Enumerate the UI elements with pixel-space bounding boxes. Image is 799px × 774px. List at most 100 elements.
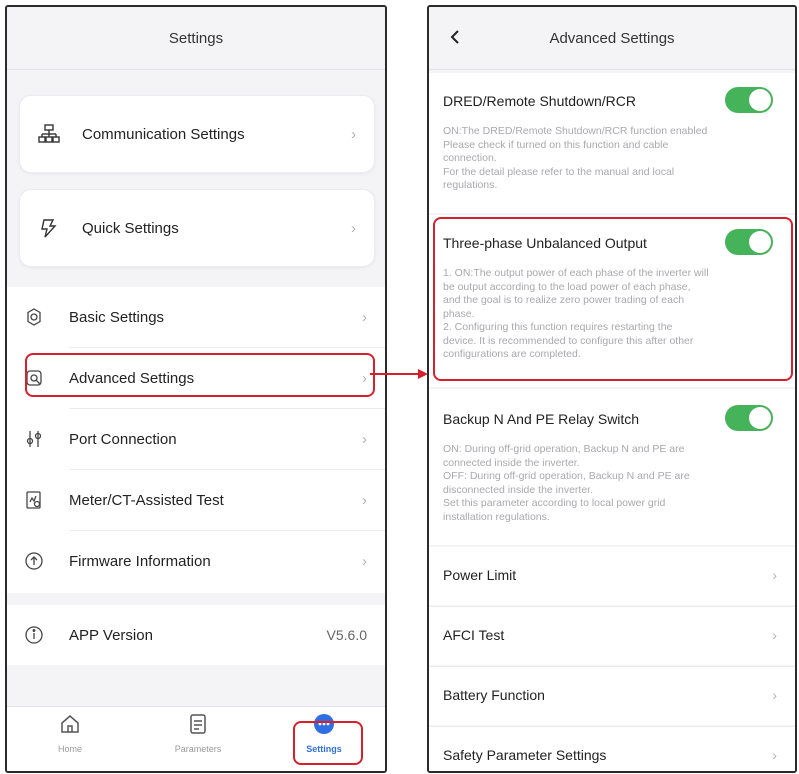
toggle-knob [749, 407, 771, 429]
advanced-header: Advanced Settings [429, 7, 795, 70]
afci-test-row[interactable]: AFCI Test › [429, 607, 795, 665]
port-connection-row[interactable]: Port Connection › [7, 409, 385, 469]
port-connection-label: Port Connection [69, 430, 177, 448]
arrow-right-icon [370, 369, 428, 379]
settings-list: Basic Settings › Advanced Settings › Por… [7, 287, 385, 593]
quick-settings-label: Quick Settings [82, 219, 179, 237]
desc-line: OFF: During off-grid operation, Backup N… [443, 470, 690, 482]
app-version-value: V5.6.0 [326, 627, 367, 643]
dred-description: ON:The DRED/Remote Shutdown/RCR function… [443, 125, 773, 193]
desc-line: regulations. [443, 179, 498, 191]
tab-parameters[interactable]: Parameters [163, 713, 233, 765]
settings-dots-icon [313, 713, 335, 740]
dred-toggle[interactable] [725, 87, 773, 113]
backup-relay-toggle[interactable] [725, 405, 773, 431]
toggle-knob [749, 89, 771, 111]
safety-parameter-label: Safety Parameter Settings [443, 747, 607, 763]
communication-settings-row[interactable]: Communication Settings › [20, 96, 374, 172]
battery-function-label: Battery Function [443, 687, 545, 703]
communication-settings-label: Communication Settings [82, 125, 245, 143]
chevron-right-icon: › [772, 567, 777, 583]
backup-relay-section: Backup N And PE Relay Switch ON: During … [429, 389, 795, 545]
desc-line: ON: During off-grid operation, Backup N … [443, 443, 685, 455]
afci-test-label: AFCI Test [443, 627, 505, 643]
desc-line: disconnected inside the inverter. [443, 483, 594, 496]
desc-line: be output according to the load power of… [443, 280, 691, 293]
app-version-label: APP Version [69, 626, 153, 644]
quick-settings-card[interactable]: Quick Settings › [19, 189, 375, 267]
back-button[interactable] [443, 25, 467, 49]
chevron-right-icon: › [362, 491, 367, 509]
backup-relay-title: Backup N And PE Relay Switch [443, 411, 640, 427]
quick-settings-row[interactable]: Quick Settings › [20, 190, 374, 266]
tab-home-label: Home [57, 744, 82, 754]
desc-line: connection. [443, 152, 497, 164]
tab-parameters-label: Parameters [174, 744, 222, 754]
advanced-settings-row[interactable]: Advanced Settings › [7, 348, 385, 408]
desc-line: configurations are completed. [443, 348, 581, 360]
dred-title: DRED/Remote Shutdown/RCR [443, 93, 636, 109]
desc-line: device. It is recommended to configure t… [443, 334, 694, 347]
tab-home[interactable]: Home [35, 713, 105, 765]
network-icon [38, 123, 60, 145]
app-version-row: APP Version V5.6.0 [7, 605, 385, 665]
advanced-settings-screen: Advanced Settings DRED/Remote Shutdown/R… [427, 5, 797, 773]
desc-line: and the goal is to realize zero power tr… [443, 294, 685, 306]
page-title: Advanced Settings [549, 29, 675, 47]
chevron-right-icon: › [362, 552, 367, 570]
battery-function-row[interactable]: Battery Function › [429, 667, 795, 725]
tab-settings[interactable]: Settings [289, 713, 359, 765]
advanced-gear-icon [23, 367, 45, 389]
meter-test-icon [23, 489, 45, 511]
safety-parameter-row[interactable]: Safety Parameter Settings › [429, 727, 795, 771]
lightning-icon [38, 217, 60, 239]
desc-line: connected inside the inverter. [443, 456, 580, 469]
desc-line: 2. Configuring this function requires re… [443, 321, 673, 333]
tab-settings-label: Settings [306, 744, 342, 754]
chevron-right-icon: › [362, 430, 367, 448]
basic-settings-row[interactable]: Basic Settings › [7, 287, 385, 347]
chevron-right-icon: › [772, 627, 777, 643]
page-title: Settings [168, 29, 224, 47]
power-limit-row[interactable]: Power Limit › [429, 547, 795, 605]
toggle-knob [749, 231, 771, 253]
desc-line: Set this parameter according to local po… [443, 497, 666, 509]
chevron-right-icon: › [362, 369, 367, 387]
chevron-right-icon: › [351, 219, 356, 237]
desc-line: 1. ON:The output power of each phase of … [443, 267, 709, 279]
three-phase-title: Three-phase Unbalanced Output [443, 235, 647, 251]
gear-icon [23, 306, 45, 328]
desc-line: phase. [443, 307, 475, 320]
dred-section: DRED/Remote Shutdown/RCR ON:The DRED/Rem… [429, 73, 795, 213]
firmware-information-row[interactable]: Firmware Information › [7, 531, 385, 591]
tab-bar: Home Parameters Settings [7, 706, 385, 771]
chevron-right-icon: › [362, 308, 367, 326]
settings-screen: Settings Communication Settings › Quick [5, 5, 387, 773]
port-icon [23, 428, 45, 450]
backup-relay-description: ON: During off-grid operation, Backup N … [443, 443, 773, 524]
communication-settings-card[interactable]: Communication Settings › [19, 95, 375, 173]
chevron-left-icon [450, 30, 459, 44]
desc-line: For the detail please refer to the manua… [443, 165, 675, 178]
advanced-settings-label: Advanced Settings [69, 369, 195, 387]
three-phase-description: 1. ON:The output power of each phase of … [443, 267, 773, 362]
desc-line: ON:The DRED/Remote Shutdown/RCR function… [443, 125, 708, 137]
parameters-icon [187, 713, 209, 740]
home-icon [59, 713, 81, 740]
desc-line: Please check if turned on this function … [443, 138, 669, 151]
chevron-right-icon: › [351, 125, 356, 143]
firmware-information-label: Firmware Information [69, 552, 211, 570]
chevron-right-icon: › [772, 687, 777, 703]
firmware-icon [23, 550, 45, 572]
chevron-right-icon: › [772, 747, 777, 763]
three-phase-toggle[interactable] [725, 229, 773, 255]
info-icon [23, 624, 45, 646]
app-version-group: APP Version V5.6.0 [7, 605, 385, 665]
basic-settings-label: Basic Settings [69, 308, 165, 326]
meter-ct-test-row[interactable]: Meter/CT-Assisted Test › [7, 470, 385, 530]
three-phase-section: Three-phase Unbalanced Output 1. ON:The … [429, 215, 795, 387]
settings-header: Settings [7, 7, 385, 70]
meter-ct-test-label: Meter/CT-Assisted Test [69, 491, 224, 509]
desc-line: installation regulations. [443, 510, 550, 523]
power-limit-label: Power Limit [443, 567, 517, 583]
